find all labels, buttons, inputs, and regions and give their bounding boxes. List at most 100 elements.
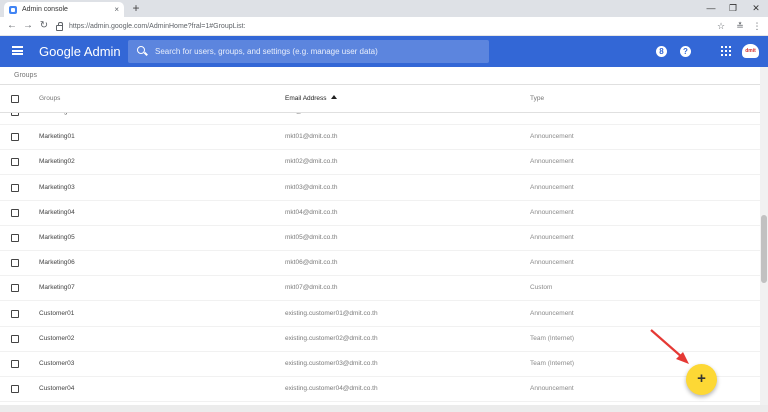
row-checkbox[interactable] xyxy=(11,183,19,192)
group-name[interactable]: Marketing03 xyxy=(39,184,75,191)
account-avatar[interactable]: dmit xyxy=(742,44,759,58)
table-row[interactable]: Marketing06 mkt06@dmit.co.th Announcement xyxy=(0,251,760,277)
group-email: existing.customer04@dmit.co.th xyxy=(285,385,378,393)
group-name[interactable]: Customer02 xyxy=(39,335,74,342)
breadcrumb[interactable]: Groups xyxy=(14,72,37,79)
group-name[interactable]: Marketing07 xyxy=(39,284,75,291)
apps-grid-icon[interactable] xyxy=(721,46,731,56)
column-header-email[interactable]: Email Address xyxy=(285,95,337,102)
brand-title[interactable]: Google Admin xyxy=(39,44,121,59)
window-close-button[interactable]: ✕ xyxy=(745,0,767,17)
group-type: Announcement xyxy=(530,113,574,115)
reload-button[interactable]: ↻ xyxy=(37,19,51,33)
row-checkbox[interactable] xyxy=(11,133,19,142)
group-email: mkt04@dmit.co.th xyxy=(285,208,338,216)
group-type: Announcement xyxy=(530,259,574,267)
select-all-checkbox[interactable] xyxy=(11,95,19,103)
address-bar[interactable]: https://admin.google.com/AdminHome?fral=… xyxy=(56,19,701,34)
group-email: existing.customer01@dmit.co.th xyxy=(285,309,378,317)
add-group-button[interactable]: + xyxy=(686,364,717,395)
annotation-arrow-icon xyxy=(650,329,689,364)
new-tab-button[interactable]: + xyxy=(130,2,142,14)
group-email: mkt01@dmit.co.th xyxy=(285,133,338,141)
table-row[interactable]: Marketing03 mkt03@dmit.co.th Announcement xyxy=(0,176,760,201)
bookmark-star-icon[interactable]: ☆ xyxy=(714,19,728,33)
minimize-button[interactable]: — xyxy=(700,0,722,17)
browser-tab[interactable]: Admin console × xyxy=(4,2,124,17)
tab-close-icon[interactable]: × xyxy=(114,5,119,14)
column-header-type[interactable]: Type xyxy=(530,95,544,102)
search-bar[interactable]: Search for users, groups, and settings (… xyxy=(128,40,489,63)
group-type: Custom xyxy=(530,284,553,292)
group-name[interactable]: Marketing06 xyxy=(39,259,75,266)
table-row[interactable]: Marketing mkt@dmit.co.th Announcement xyxy=(0,113,760,125)
group-email: existing.customer03@dmit.co.th xyxy=(285,360,378,367)
maximize-button[interactable]: ❐ xyxy=(722,0,744,17)
sort-ascending-icon xyxy=(330,95,337,99)
table-row[interactable]: Marketing01 mkt01@dmit.co.th Announcement xyxy=(0,125,760,151)
help-icon[interactable]: ? xyxy=(680,46,691,57)
table-row[interactable]: Marketing05 mkt05@dmit.co.th Announcement xyxy=(0,226,760,251)
group-email: mkt@dmit.co.th xyxy=(285,113,330,115)
group-type: Announcement xyxy=(530,208,574,216)
group-type: Announcement xyxy=(530,234,574,241)
group-type: Announcement xyxy=(530,158,574,166)
horizontal-scroll-track xyxy=(0,405,768,412)
group-name[interactable]: Marketing xyxy=(39,113,68,115)
browser-toolbar: ← → ↻ https://admin.google.com/AdminHome… xyxy=(0,17,768,36)
scrollbar-thumb[interactable] xyxy=(761,215,767,283)
admin-header: Google Admin Search for users, groups, a… xyxy=(0,36,768,67)
table-row[interactable]: Marketing02 mkt02@dmit.co.th Announcement xyxy=(0,150,760,176)
search-icon xyxy=(137,46,145,54)
group-name[interactable]: Customer03 xyxy=(39,360,74,367)
group-email: existing.customer02@dmit.co.th xyxy=(285,334,378,342)
group-name[interactable]: Marketing05 xyxy=(39,234,75,241)
back-button[interactable]: ← xyxy=(5,19,19,33)
row-checkbox[interactable] xyxy=(11,385,19,394)
table-row[interactable]: Marketing07 mkt07@dmit.co.th Custom xyxy=(0,276,760,302)
page-scrollbar[interactable] xyxy=(760,67,768,405)
table-row[interactable]: Customer01 existing.customer01@dmit.co.th… xyxy=(0,302,760,327)
row-checkbox[interactable] xyxy=(11,234,19,242)
group-email: mkt07@dmit.co.th xyxy=(285,284,338,292)
group-email: mkt03@dmit.co.th xyxy=(285,183,338,191)
group-email: mkt02@dmit.co.th xyxy=(285,158,338,166)
group-email: mkt05@dmit.co.th xyxy=(285,234,338,241)
group-email: mkt06@dmit.co.th xyxy=(285,259,338,267)
group-name[interactable]: Customer01 xyxy=(39,310,74,317)
table-row[interactable]: Customer04 existing.customer04@dmit.co.th… xyxy=(0,377,760,403)
column-header-groups[interactable]: Groups xyxy=(39,95,60,102)
row-checkbox[interactable] xyxy=(11,158,19,167)
group-type: Announcement xyxy=(530,183,574,191)
lock-icon xyxy=(56,21,63,31)
group-name[interactable]: Marketing04 xyxy=(39,209,75,216)
table-header: Groups Email Address Type xyxy=(0,85,760,113)
row-checkbox[interactable] xyxy=(11,334,19,343)
group-type: Announcement xyxy=(530,133,574,141)
tab-title: Admin console xyxy=(22,6,68,13)
group-type: Announcement xyxy=(530,385,574,393)
hamburger-menu-icon[interactable] xyxy=(12,46,23,55)
column-header-email-label: Email Address xyxy=(285,95,327,102)
group-type: Team (Internet) xyxy=(530,360,575,367)
row-checkbox[interactable] xyxy=(11,360,19,368)
row-checkbox[interactable] xyxy=(11,259,19,268)
group-name[interactable]: Customer04 xyxy=(39,385,74,392)
notifications-icon[interactable]: 8 xyxy=(656,46,667,57)
forward-button[interactable]: → xyxy=(21,19,35,33)
extension-icon[interactable]: ≛ xyxy=(733,19,747,33)
group-type: Team (Internet) xyxy=(530,334,575,342)
admin-favicon-icon xyxy=(9,5,17,14)
group-name[interactable]: Marketing02 xyxy=(39,158,75,165)
search-placeholder: Search for users, groups, and settings (… xyxy=(155,47,378,56)
url-text: https://admin.google.com/AdminHome?fral=… xyxy=(69,23,246,30)
row-checkbox[interactable] xyxy=(11,208,19,217)
group-type: Announcement xyxy=(530,309,574,317)
group-name[interactable]: Marketing01 xyxy=(39,133,75,140)
row-checkbox[interactable] xyxy=(11,309,19,318)
row-checkbox[interactable] xyxy=(11,113,19,116)
row-checkbox[interactable] xyxy=(11,284,19,293)
browser-menu-icon[interactable]: ⋮ xyxy=(750,19,764,33)
table-row[interactable]: Marketing04 mkt04@dmit.co.th Announcement xyxy=(0,201,760,226)
browser-tab-strip: Admin console × + — ❐ ✕ xyxy=(0,0,768,17)
